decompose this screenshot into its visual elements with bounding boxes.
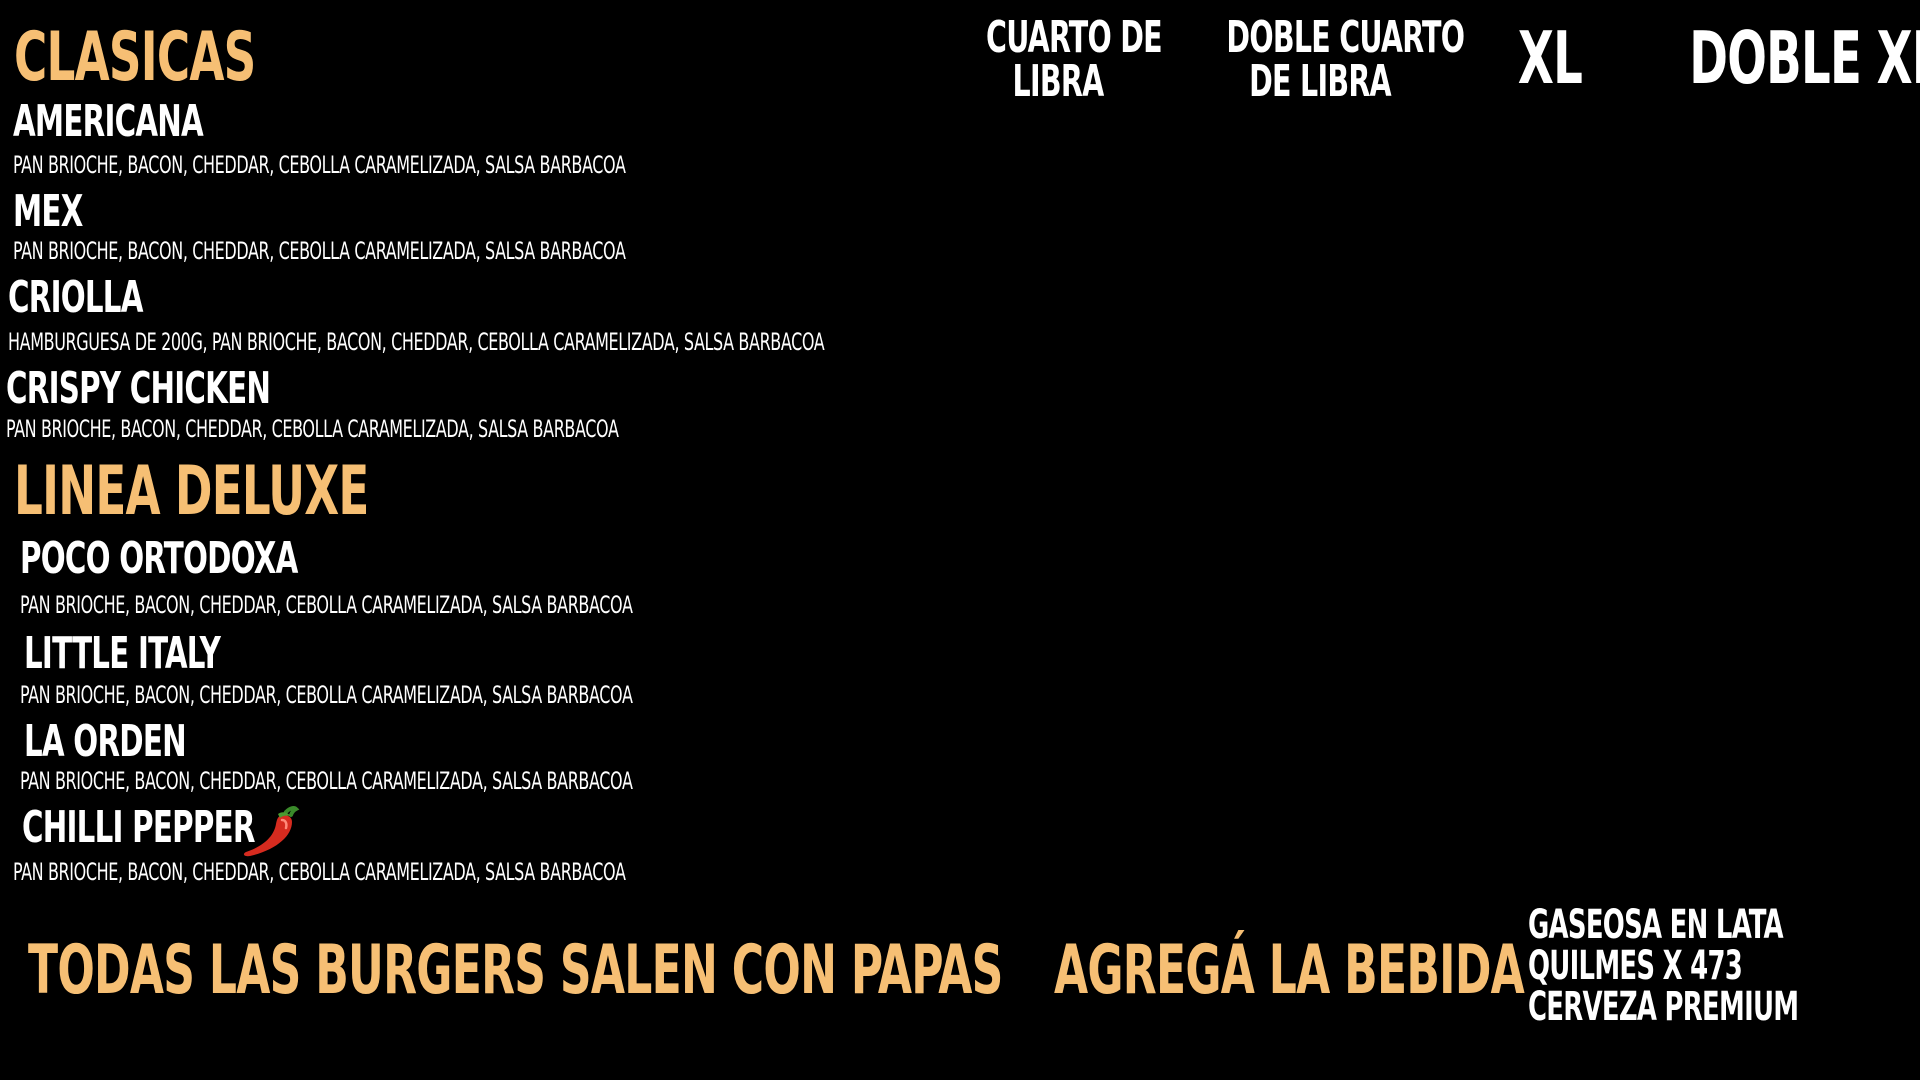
- menu-item-name: La Orden: [24, 716, 187, 767]
- menu-item-description: Pan brioche, bacon, cheddar, cebolla car…: [13, 151, 626, 179]
- size-header-line: Cuarto de: [986, 12, 1163, 63]
- menu-item-name: Mex: [13, 186, 83, 237]
- menu-item-description: Hamburguesa de 200g, pan brioche, bacon,…: [8, 328, 825, 356]
- section-title-clasicas: Clasicas: [14, 18, 256, 97]
- menu-item-name: Americana: [13, 96, 204, 147]
- menu-item-name: Poco Ortodoxa: [20, 533, 298, 584]
- drink-item: Quilmes x 473: [1528, 943, 1743, 989]
- size-header-line: de Libra: [1249, 56, 1392, 107]
- size-header-line: Doble XL: [1689, 16, 1920, 100]
- size-header-doble-cuarto-de-libra: Doble Cuarto de Libra: [1190, 12, 1465, 107]
- menu-item-name: Criolla: [8, 272, 143, 323]
- size-header-doble-xl: Doble XL: [1650, 22, 1920, 94]
- menu-item-name: Crispy Chicken: [6, 363, 271, 414]
- size-header-line: XL: [1517, 16, 1583, 100]
- drink-item: Cerveza premium: [1528, 984, 1799, 1030]
- menu-item-description: Pan brioche, bacon, cheddar, cebolla car…: [20, 681, 633, 709]
- chili-pepper-icon: [243, 806, 300, 857]
- menu-item-description: Pan brioche, bacon, cheddar, cebolla car…: [20, 591, 633, 619]
- menu-item-name: Little Italy: [24, 628, 221, 679]
- menu-item-description: Pan brioche, bacon, cheddar, cebolla car…: [13, 237, 626, 265]
- size-header-line: Doble Cuarto: [1226, 12, 1465, 63]
- size-header-cuarto-de-libra: Cuarto de Libra: [958, 12, 1163, 107]
- footer-agrega-bebida: Agregá la bebida: [1054, 931, 1525, 1010]
- drink-item: Gaseosa en lata: [1528, 902, 1784, 948]
- size-header-line: Libra: [1012, 56, 1105, 107]
- section-title-linea-deluxe: Linea Deluxe: [14, 452, 369, 531]
- menu-item-name: Chilli Pepper: [22, 802, 255, 853]
- menu-item-description: Pan brioche, bacon, cheddar, cebolla car…: [20, 767, 633, 795]
- footer-papas-note: Todas las burgers salen con papas: [28, 931, 1003, 1010]
- menu-item-description: Pan brioche, bacon, cheddar, cebolla car…: [6, 415, 619, 443]
- size-header-xl: XL: [1500, 22, 1600, 94]
- drinks-list: Gaseosa en lata Quilmes x 473 Cerveza pr…: [1528, 905, 1904, 1028]
- menu-item-description: Pan brioche, bacon, cheddar, cebolla car…: [13, 858, 626, 886]
